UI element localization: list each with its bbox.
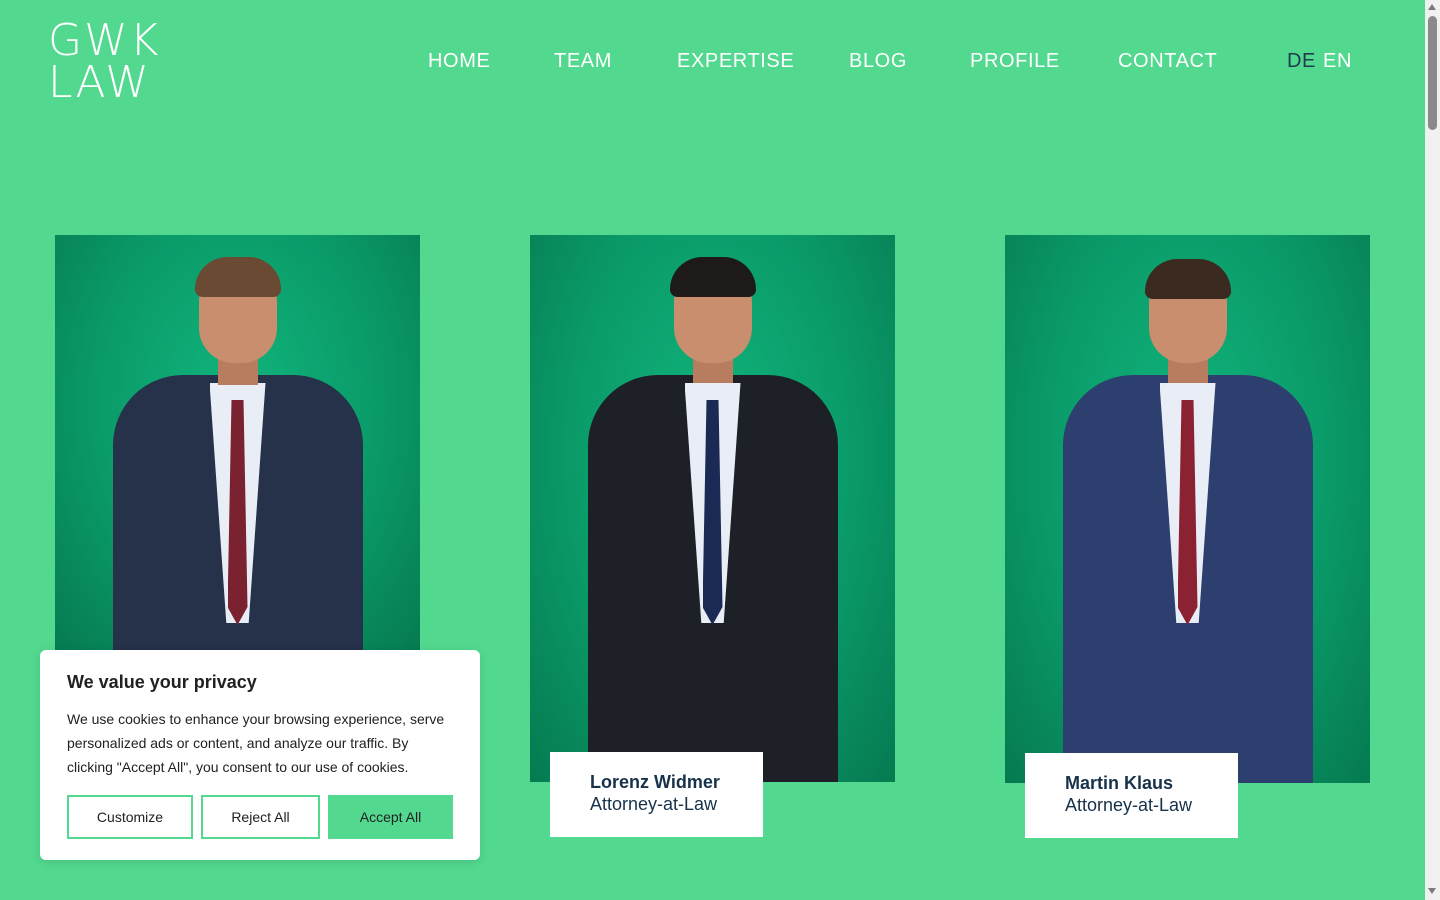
page-scrollbar[interactable] xyxy=(1425,0,1440,900)
scroll-down-arrow-icon[interactable] xyxy=(1428,888,1436,894)
portrait-hair xyxy=(1144,259,1231,299)
team-name-card-2[interactable]: Lorenz Widmer Attorney-at-Law xyxy=(550,752,763,837)
cookie-banner-message: We use cookies to enhance your browsing … xyxy=(67,711,445,775)
team-member-role: Attorney-at-Law xyxy=(590,794,718,814)
cookie-consent-banner: We value your privacy We use cookies to … xyxy=(40,650,480,860)
language-en[interactable]: EN xyxy=(1323,50,1352,73)
team-name-card-3[interactable]: Martin Klaus Attorney-at-Law xyxy=(1025,753,1238,838)
cookie-accept-all-button[interactable]: Accept All xyxy=(328,795,453,839)
cookie-reject-all-button[interactable]: Reject All xyxy=(201,795,320,839)
main-nav: HOME TEAM EXPERTISE BLOG PROFILE CONTACT… xyxy=(0,50,1440,74)
team-photo-3[interactable] xyxy=(1005,235,1370,783)
scrollbar-thumb[interactable] xyxy=(1428,16,1437,130)
cookie-banner-title: We value your privacy xyxy=(67,672,257,692)
nav-item-profile[interactable]: PROFILE xyxy=(970,50,1060,73)
nav-item-blog[interactable]: BLOG xyxy=(849,50,907,73)
team-member-name: Martin Klaus xyxy=(1065,773,1174,793)
nav-item-team[interactable]: TEAM xyxy=(554,50,612,73)
team-photo-2[interactable] xyxy=(530,235,895,782)
cookie-customize-button[interactable]: Customize xyxy=(67,795,193,839)
page: GWK LAW HOME TEAM EXPERTISE BLOG PROFILE… xyxy=(0,0,1440,900)
nav-item-home[interactable]: HOME xyxy=(428,50,490,73)
team-member-role: Attorney-at-Law xyxy=(1065,795,1193,815)
team-member-name: Lorenz Widmer xyxy=(590,772,720,792)
nav-item-expertise[interactable]: EXPERTISE xyxy=(677,50,794,73)
nav-item-contact[interactable]: CONTACT xyxy=(1118,50,1217,73)
portrait-hair xyxy=(194,257,281,297)
scroll-up-arrow-icon[interactable] xyxy=(1428,4,1436,10)
team-photo-1[interactable] xyxy=(55,235,420,655)
language-de[interactable]: DE xyxy=(1287,50,1316,73)
portrait-hair xyxy=(669,257,756,297)
